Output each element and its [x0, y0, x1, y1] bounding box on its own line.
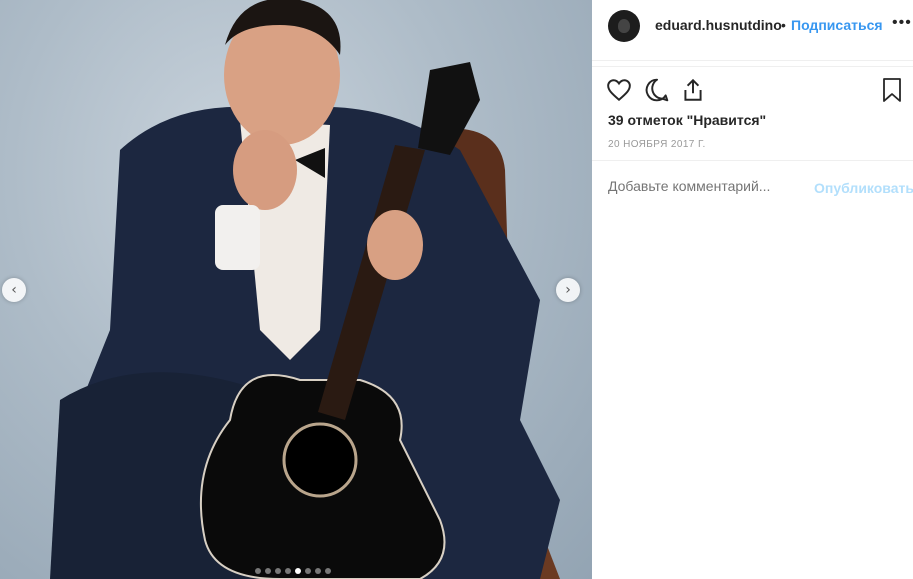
carousel-indicator	[255, 568, 331, 574]
likes-count[interactable]: 39 отметок "Нравится"	[608, 112, 766, 128]
post-header: eduard.husnutdino • Подписаться •••	[592, 0, 913, 61]
header-separator: •	[781, 17, 786, 33]
post-date[interactable]: 20 НОЯБРЯ 2017 Г.	[608, 139, 706, 150]
chevron-right-icon: ›	[565, 282, 571, 298]
carousel-dot	[275, 568, 281, 574]
comment-input[interactable]	[608, 178, 808, 194]
carousel-dot	[285, 568, 291, 574]
username-link[interactable]: eduard.husnutdino	[655, 17, 782, 33]
avatar[interactable]	[608, 10, 640, 42]
carousel-dot	[265, 568, 271, 574]
divider	[592, 66, 913, 67]
avatar-face	[618, 19, 630, 33]
post-photo[interactable]: ‹ ›	[0, 0, 592, 579]
carousel-dot	[295, 568, 301, 574]
heart-icon[interactable]	[606, 77, 632, 108]
divider	[592, 160, 913, 161]
comment-icon[interactable]	[644, 77, 670, 108]
action-bar	[606, 77, 910, 107]
carousel-dot	[325, 568, 331, 574]
more-options-icon[interactable]: •••	[892, 14, 912, 32]
publish-button[interactable]: Опубликовать	[814, 180, 913, 196]
share-icon[interactable]	[680, 77, 706, 108]
photo-illustration	[50, 0, 560, 579]
chevron-left-icon: ‹	[11, 282, 17, 298]
carousel-dot	[315, 568, 321, 574]
carousel-prev-button[interactable]: ‹	[2, 278, 26, 302]
follow-button[interactable]: Подписаться	[791, 17, 883, 33]
carousel-dot	[255, 568, 261, 574]
bookmark-icon[interactable]	[880, 77, 904, 108]
carousel-dot	[305, 568, 311, 574]
post-sidebar: eduard.husnutdino • Подписаться ••• 39 о…	[592, 0, 913, 579]
carousel-next-button[interactable]: ›	[556, 278, 580, 302]
